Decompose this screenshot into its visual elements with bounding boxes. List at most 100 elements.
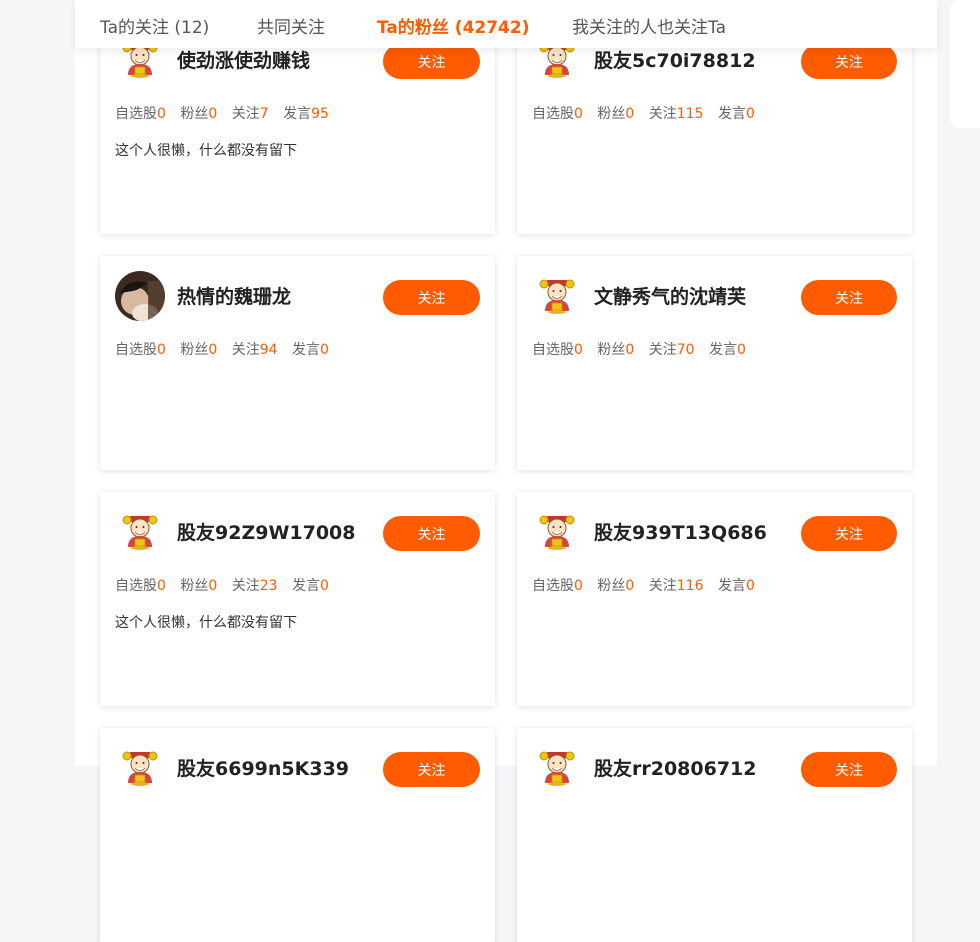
stat-label: 粉丝 <box>597 342 626 358</box>
stat-value: 0 <box>320 578 329 594</box>
stat-value: 0 <box>745 578 755 594</box>
follow-button[interactable]: 关注 <box>383 752 480 787</box>
mascot-icon[interactable] <box>532 743 582 793</box>
username[interactable]: 股友939T13Q686 <box>594 520 767 546</box>
user-stats: 自选股0 粉丝0 关注70 发言0 <box>532 337 756 363</box>
stat-stocks: 自选股0 <box>532 578 583 594</box>
user-card: 股友92Z9W17008 关注 自选股0 粉丝0 关注23 发言0 这个人很懒，… <box>100 492 495 706</box>
stat-value: 95 <box>311 106 329 122</box>
username[interactable]: 使劲涨使劲赚钱 <box>177 48 310 74</box>
stat-value: 0 <box>625 342 635 358</box>
username[interactable]: 文静秀气的沈靖芙 <box>594 284 746 310</box>
stat-value: 115 <box>676 106 704 122</box>
tab-bar: Ta的关注 (12) 共同关注 Ta的粉丝 (42742) 我关注的人也关注Ta <box>75 0 937 48</box>
username[interactable]: 股友rr20806712 <box>594 756 757 782</box>
mascot-icon[interactable] <box>115 743 165 793</box>
stat-fans: 粉丝0 <box>180 342 217 358</box>
user-stats: 自选股0 粉丝0 关注94 发言0 <box>115 337 339 363</box>
tab-ta-following[interactable]: Ta的关注 (12) <box>100 15 209 41</box>
stat-label: 关注 <box>231 106 260 122</box>
stat-posts: 发言0 <box>292 342 329 358</box>
stat-label: 粉丝 <box>597 106 626 122</box>
stat-value: 0 <box>157 106 166 122</box>
stat-value: 94 <box>259 342 278 358</box>
stat-fans: 粉丝0 <box>597 106 634 122</box>
stat-stocks: 自选股0 <box>115 106 166 122</box>
stat-label: 自选股 <box>532 342 574 358</box>
stat-posts: 发言0 <box>718 578 755 594</box>
stat-value: 0 <box>745 106 755 122</box>
mascot-icon[interactable] <box>532 271 582 321</box>
follow-button[interactable]: 关注 <box>801 516 897 551</box>
stat-stocks: 自选股0 <box>532 342 583 358</box>
user-card: 股友6699n5K339 关注 <box>100 728 495 942</box>
follow-button[interactable]: 关注 <box>801 280 897 315</box>
stat-following: 关注70 <box>649 342 695 358</box>
mascot-icon[interactable] <box>115 507 165 557</box>
stat-value: 0 <box>625 106 635 122</box>
user-card: 股友939T13Q686 关注 自选股0 粉丝0 关注116 发言0 <box>517 492 912 706</box>
stat-value: 23 <box>259 578 278 594</box>
stat-fans: 粉丝0 <box>597 342 634 358</box>
stat-following: 关注94 <box>232 342 278 358</box>
mascot-icon[interactable] <box>532 507 582 557</box>
stat-value: 0 <box>574 578 583 594</box>
follow-button[interactable]: 关注 <box>801 44 897 79</box>
stat-value: 0 <box>208 342 218 358</box>
tab-ta-fans[interactable]: Ta的粉丝 (42742) <box>377 15 529 41</box>
stat-following: 关注7 <box>232 106 269 122</box>
avatar[interactable] <box>115 271 165 321</box>
stat-value: 0 <box>157 342 166 358</box>
user-card: 使劲涨使劲赚钱 关注 自选股0 粉丝0 关注7 发言95 这个人很懒，什么都没有… <box>100 20 495 234</box>
user-bio: 这个人很懒，什么都没有留下 <box>115 143 297 159</box>
user-card: 股友5c70i78812 关注 自选股0 粉丝0 关注115 发言0 <box>517 20 912 234</box>
stat-stocks: 自选股0 <box>115 578 166 594</box>
side-panel <box>950 0 980 128</box>
user-stats: 自选股0 粉丝0 关注115 发言0 <box>532 101 765 127</box>
stat-posts: 发言0 <box>718 106 755 122</box>
stat-following: 关注115 <box>649 106 704 122</box>
stat-label: 关注 <box>648 342 677 358</box>
stat-fans: 粉丝0 <box>597 578 634 594</box>
stat-value: 7 <box>259 106 269 122</box>
stat-label: 发言 <box>717 106 746 122</box>
stat-fans: 粉丝0 <box>180 106 217 122</box>
stat-value: 0 <box>157 578 166 594</box>
stat-label: 发言 <box>717 578 746 594</box>
user-stats: 自选股0 粉丝0 关注7 发言95 <box>115 101 339 127</box>
username[interactable]: 股友92Z9W17008 <box>177 520 356 546</box>
username[interactable]: 股友5c70i78812 <box>594 48 756 74</box>
follow-button[interactable]: 关注 <box>383 44 480 79</box>
user-card: 股友rr20806712 关注 <box>517 728 912 942</box>
stat-label: 发言 <box>292 342 321 358</box>
user-card: 热情的魏珊龙 关注 自选股0 粉丝0 关注94 发言0 <box>100 256 495 470</box>
username[interactable]: 热情的魏珊龙 <box>177 284 291 310</box>
stat-value: 0 <box>574 342 583 358</box>
stat-label: 发言 <box>709 342 738 358</box>
stat-posts: 发言0 <box>709 342 746 358</box>
stat-label: 粉丝 <box>597 578 626 594</box>
user-stats: 自选股0 粉丝0 关注116 发言0 <box>532 573 765 599</box>
stat-label: 关注 <box>648 578 677 594</box>
follow-button[interactable]: 关注 <box>383 280 480 315</box>
tab-also-follow-ta[interactable]: 我关注的人也关注Ta <box>572 15 726 41</box>
stat-value: 0 <box>208 578 218 594</box>
stat-value: 0 <box>574 106 583 122</box>
username[interactable]: 股友6699n5K339 <box>177 756 349 782</box>
stat-label: 自选股 <box>115 106 157 122</box>
stat-value: 70 <box>676 342 695 358</box>
stat-label: 粉丝 <box>180 106 209 122</box>
stat-label: 关注 <box>648 106 677 122</box>
stat-label: 发言 <box>283 106 312 122</box>
stat-value: 0 <box>320 342 329 358</box>
follow-button[interactable]: 关注 <box>383 516 480 551</box>
stat-value: 0 <box>737 342 746 358</box>
follow-button[interactable]: 关注 <box>801 752 897 787</box>
stat-label: 发言 <box>292 578 321 594</box>
stat-label: 自选股 <box>115 342 157 358</box>
stat-posts: 发言0 <box>292 578 329 594</box>
user-stats: 自选股0 粉丝0 关注23 发言0 <box>115 573 339 599</box>
stat-label: 粉丝 <box>180 578 209 594</box>
stat-fans: 粉丝0 <box>180 578 217 594</box>
tab-mutual-following[interactable]: 共同关注 <box>257 15 325 41</box>
